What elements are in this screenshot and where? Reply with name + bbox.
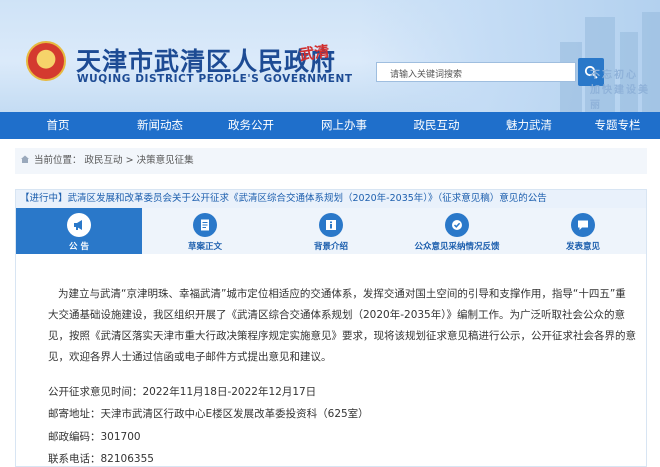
site-header: 天津市武清区人民政府 WUQING DISTRICT PEOPLE'S GOVE… [0, 0, 660, 112]
tab-draft-text[interactable]: 草案正文 [142, 208, 268, 254]
nav-item-online-services[interactable]: 网上办事 [298, 112, 390, 139]
breadcrumb-link-opinion[interactable]: 决策意见征集 [137, 155, 194, 166]
tab-announcement[interactable]: 公 告 [16, 208, 142, 254]
home-icon [21, 155, 29, 163]
slogan: 不忘初心 加快建设美丽 [590, 70, 650, 111]
tab-background[interactable]: 背景介绍 [268, 208, 394, 254]
main-nav: 首页 新闻动态 政务公开 网上办事 政民互动 魅力武清 专题专栏 [0, 112, 660, 139]
breadcrumb: 当前位置： 政民互动 > 决策意见征集 [15, 148, 647, 174]
nav-item-home[interactable]: 首页 [0, 112, 116, 139]
tab-feedback[interactable]: 公众意见采纳情况反馈 [394, 208, 520, 254]
nav-item-news[interactable]: 新闻动态 [116, 112, 204, 139]
nav-item-gov-affairs[interactable]: 政务公开 [204, 112, 298, 139]
wuqing-logo: 武清 [296, 42, 336, 84]
notice-title: 【进行中】武清区发展和改革委员会关于公开征求《武清区综合交通体系规划（2020年… [16, 190, 646, 208]
national-emblem-icon[interactable] [26, 41, 66, 81]
nav-item-interaction[interactable]: 政民互动 [390, 112, 483, 139]
notice-tabs: 公 告 草案正文 背景介绍 公众意见采纳情况反馈 发表意见 [16, 208, 646, 254]
nav-item-special-topics[interactable]: 专题专栏 [575, 112, 660, 139]
opinion-period: 公开征求意见时间：2022年11月18日-2022年12月17日 [48, 386, 317, 398]
contact-phone: 联系电话：82106355 [48, 453, 154, 465]
postcode: 邮政编码：301700 [48, 431, 141, 443]
mailing-address: 邮寄地址：天津市武清区行政中心E楼区发展改革委投资科（625室） [48, 408, 369, 420]
breadcrumb-prefix: 当前位置： [34, 155, 82, 166]
breadcrumb-separator: > [125, 155, 134, 166]
tab-submit-opinion[interactable]: 发表意见 [520, 208, 646, 254]
comment-icon [578, 220, 588, 230]
feedback-icon [452, 220, 462, 230]
breadcrumb-link-interaction[interactable]: 政民互动 [85, 155, 123, 166]
megaphone-icon [74, 220, 82, 230]
notice-body-paragraph: 为建立与武清“京津明珠、幸福武清”城市定位相适应的交通体系，发挥交通对国土空间的… [48, 288, 636, 363]
logo-text: 武清 [298, 42, 331, 65]
info-icon [326, 220, 336, 230]
search-input[interactable]: 请输入关键词搜索 [376, 62, 576, 82]
document-icon [201, 219, 209, 231]
nav-item-charm-wuqing[interactable]: 魅力武清 [483, 112, 575, 139]
